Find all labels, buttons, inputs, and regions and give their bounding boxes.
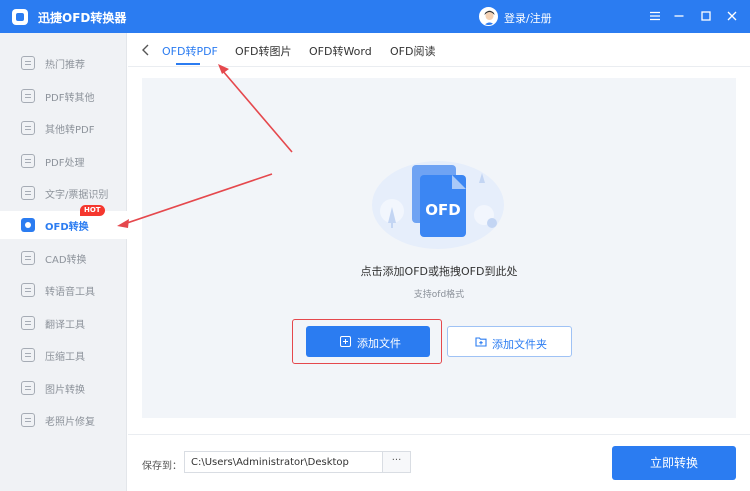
tab-bar: [128, 33, 750, 67]
menu-icon[interactable]: [647, 8, 663, 24]
sidebar-item-label: 压缩工具: [45, 352, 85, 363]
add-folder-icon: [475, 336, 487, 347]
close-icon[interactable]: [724, 8, 740, 24]
sidebar-item-photo-repair[interactable]: 老照片修复: [0, 406, 127, 434]
sidebar-item-pdf-process[interactable]: PDF处理: [0, 147, 127, 175]
tab-ofd-to-word[interactable]: OFD转Word: [309, 43, 372, 59]
tab-ofd-to-pdf[interactable]: OFD转PDF: [162, 43, 218, 59]
compress-icon: [21, 348, 35, 362]
save-to-label: 保存到：: [142, 461, 182, 472]
user-avatar[interactable]: [479, 7, 498, 26]
sidebar-item-translate-tools[interactable]: 翻译工具: [0, 309, 127, 337]
convert-now-button[interactable]: 立即转换: [612, 446, 736, 480]
sidebar-item-label: OFD转换: [45, 222, 89, 233]
sidebar-item-label: 文字/票据识别: [45, 190, 109, 201]
login-register-link[interactable]: 登录/注册: [504, 10, 552, 26]
pdf-convert-icon: [21, 89, 35, 103]
sidebar-item-other-to-pdf[interactable]: 其他转PDF: [0, 114, 127, 142]
sidebar-item-pdf-to-other[interactable]: PDF转其他: [0, 82, 127, 110]
drop-area-subtitle: 支持ofd格式: [413, 290, 465, 300]
sidebar-item-label: 图片转换: [45, 385, 85, 396]
image-icon: [21, 381, 35, 395]
ofd-file-illustration: OFD: [366, 143, 510, 253]
tab-ofd-read[interactable]: OFD阅读: [390, 43, 435, 59]
to-pdf-icon: [21, 121, 35, 135]
add-file-icon: [340, 336, 351, 347]
minimize-icon[interactable]: [671, 8, 687, 24]
sidebar-item-label: PDF转其他: [45, 93, 95, 104]
sidebar-item-label: 转语音工具: [45, 287, 95, 298]
sidebar-item-compress-tools[interactable]: 压缩工具: [0, 341, 127, 369]
add-file-button[interactable]: 添加文件: [306, 326, 430, 357]
sidebar-item-hot-recommend[interactable]: 热门推荐: [0, 49, 127, 77]
sidebar-item-label: CAD转换: [45, 255, 87, 266]
ocr-icon: [21, 186, 35, 200]
sidebar-item-label: 其他转PDF: [45, 125, 95, 136]
fire-icon: [21, 56, 35, 70]
app-title: 迅捷OFD转换器: [38, 11, 127, 25]
sidebar-item-ofd-convert[interactable]: OFD转换 HOT: [0, 205, 127, 239]
title-bar: 迅捷OFD转换器 登录/注册: [0, 0, 750, 33]
sidebar-item-image-convert[interactable]: 图片转换: [0, 374, 127, 402]
ofd-icon: [21, 218, 35, 232]
active-tab-indicator: [176, 63, 200, 65]
cad-icon: [21, 251, 35, 265]
sidebar-item-cad-convert[interactable]: CAD转换: [0, 244, 127, 272]
illustration-ofd-text: OFD: [425, 201, 460, 219]
back-chevron-icon[interactable]: [140, 43, 152, 57]
sidebar-item-voice-tools[interactable]: 转语音工具: [0, 276, 127, 304]
sidebar-item-ocr[interactable]: 文字/票据识别: [0, 179, 127, 207]
photo-repair-icon: [21, 413, 35, 427]
app-logo-icon: [12, 9, 28, 25]
maximize-icon[interactable]: [698, 8, 714, 24]
add-file-label: 添加文件: [357, 337, 401, 350]
translate-icon: [21, 316, 35, 330]
sidebar: 热门推荐 PDF转其他 其他转PDF PDF处理 文字/票据识别 OFD转换 H…: [0, 33, 127, 491]
sidebar-item-label: PDF处理: [45, 158, 85, 169]
sidebar-item-label: 热门推荐: [45, 60, 85, 71]
sidebar-item-label: 翻译工具: [45, 320, 85, 331]
voice-icon: [21, 283, 35, 297]
add-folder-button[interactable]: 添加文件夹: [447, 326, 572, 357]
hot-badge: HOT: [80, 205, 105, 216]
save-path-input[interactable]: [184, 451, 383, 473]
sidebar-item-label: 老照片修复: [45, 417, 95, 428]
browse-folder-button[interactable]: ···: [382, 451, 411, 473]
add-folder-label: 添加文件夹: [492, 338, 547, 351]
pdf-process-icon: [21, 154, 35, 168]
tab-ofd-to-image[interactable]: OFD转图片: [235, 43, 291, 59]
drop-area-title: 点击添加OFD或拖拽OFD到此处: [360, 265, 518, 278]
